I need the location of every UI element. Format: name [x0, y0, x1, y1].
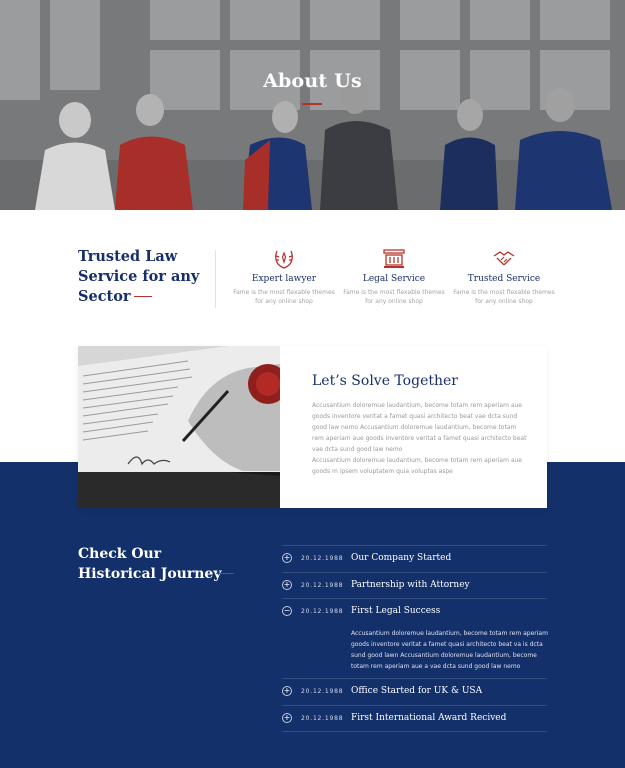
pillar-icon — [383, 249, 405, 268]
timeline-item[interactable]: + 20.12.1988 Partnership with Attorney — [282, 571, 547, 599]
about-page: About Us Trusted Law Service for any Sec… — [0, 0, 625, 768]
timeline-end-divider — [282, 731, 547, 732]
timeline-label[interactable]: Office Started for UK & USA — [351, 686, 482, 696]
trusted-title-underline — [134, 296, 152, 297]
timeline-date: 20.12.1988 — [301, 714, 344, 722]
hero-team-photo — [0, 0, 625, 210]
feature-legal-service: Legal Service Fame is the most flexable … — [339, 248, 449, 306]
timeline-item[interactable]: + 20.12.1988 Office Started for UK & USA — [282, 678, 547, 705]
expand-plus-icon[interactable]: + — [282, 712, 292, 723]
timeline-item[interactable]: + 20.12.1988 First International Award R… — [282, 704, 547, 732]
timeline-date: 20.12.1988 — [301, 555, 344, 562]
journey-timeline: + 20.12.1988 Our Company Started + 20.12… — [282, 545, 548, 732]
signing-document-image — [78, 346, 280, 508]
timeline-label[interactable]: First International Award Recived — [351, 713, 506, 723]
journey-section-title: Check Our Historical Journey — [78, 546, 222, 582]
solve-paragraph-1: Accusantium doloremue laudantium, become… — [312, 402, 527, 453]
expand-plus-icon[interactable]: + — [282, 579, 292, 590]
hero-title: About Us — [263, 70, 362, 92]
timeline-label[interactable]: First Legal Success — [351, 606, 440, 616]
timeline-date: 20.12.1988 — [301, 688, 344, 695]
collapse-minus-icon[interactable]: − — [282, 606, 292, 616]
timeline-item[interactable]: + 20.12.1988 Our Company Started — [282, 545, 547, 572]
solve-title: Let’s Solve Together — [312, 373, 458, 389]
feature-description: Fame is the most flexable themes for any… — [453, 289, 555, 305]
trusted-section-title: Trusted Law Service for any Sector — [78, 248, 200, 305]
feature-title: Legal Service — [362, 274, 426, 284]
timeline-label[interactable]: Our Company Started — [351, 553, 451, 563]
feature-description: Fame is the most flexable themes for any… — [343, 289, 445, 305]
hero-banner: About Us — [0, 0, 625, 210]
laurel-icon — [275, 250, 293, 269]
solve-paragraph-2: Accusantium doloremue laudantium, become… — [312, 457, 522, 475]
expand-plus-icon[interactable]: + — [282, 553, 292, 563]
journey-title-underline — [216, 573, 234, 574]
feature-description: Fame is the most flexable themes for any… — [233, 289, 335, 305]
timeline-date: 20.12.1988 — [301, 581, 344, 589]
timeline-item-expanded[interactable]: − 20.12.1988 First Legal Success Accusan… — [282, 598, 548, 678]
feature-expert-lawyer: Expert lawyer Fame is the most flexable … — [229, 248, 339, 306]
hero-title-underline — [302, 103, 322, 105]
section-divider — [215, 250, 216, 308]
solve-together-card: Let’s Solve Together Accusantium dolorem… — [78, 346, 547, 508]
timeline-date: 20.12.1988 — [301, 608, 344, 615]
feature-title: Expert lawyer — [251, 274, 317, 284]
timeline-label[interactable]: Partnership with Attorney — [351, 580, 470, 590]
expand-plus-icon[interactable]: + — [282, 686, 292, 696]
handshake-icon — [493, 251, 515, 266]
timeline-item-body: Accusantium doloremue laudantium, become… — [351, 630, 548, 670]
feature-trusted-service: Trusted Service Fame is the most flexabl… — [449, 248, 559, 306]
feature-title: Trusted Service — [467, 274, 541, 284]
